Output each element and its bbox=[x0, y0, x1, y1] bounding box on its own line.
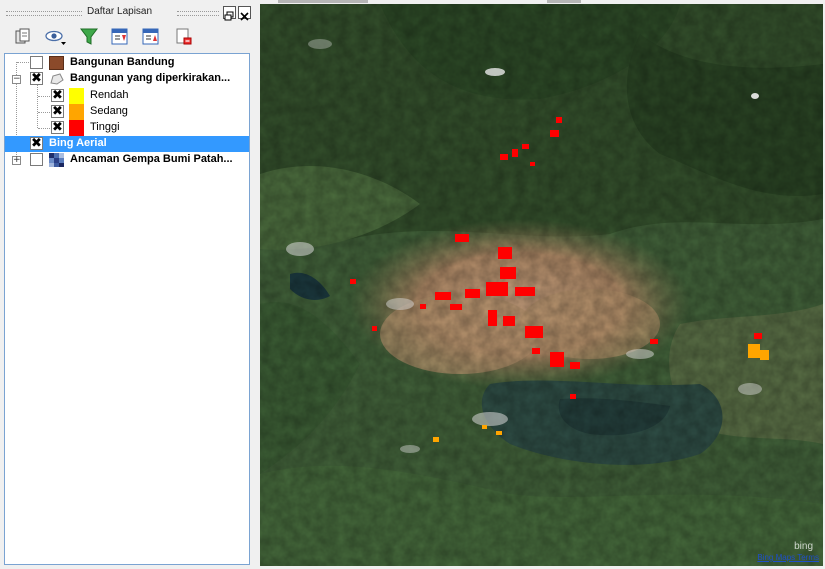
layer-label: Ancaman Gempa Bumi Patah... bbox=[70, 153, 233, 165]
layer-row-bing-aerial[interactable]: ✖ Bing Aerial bbox=[5, 136, 249, 152]
float-icon bbox=[224, 11, 234, 21]
layer-label: Bangunan yang diperkirakan... bbox=[70, 72, 231, 84]
remove-layer-button[interactable] bbox=[173, 26, 195, 48]
layer-color-swatch bbox=[49, 56, 64, 70]
expand-all-icon bbox=[111, 28, 128, 45]
satellite-imagery bbox=[260, 4, 823, 566]
add-group-button[interactable] bbox=[12, 26, 34, 48]
filter-funnel-icon bbox=[80, 28, 98, 45]
visibility-eye-icon bbox=[45, 30, 66, 45]
close-panel-button[interactable] bbox=[238, 6, 251, 21]
bing-watermark: bing bbox=[794, 541, 813, 552]
collapse-all-button[interactable] bbox=[140, 26, 162, 48]
float-panel-button[interactable] bbox=[223, 6, 236, 21]
panel-title: Daftar Lapisan bbox=[87, 6, 153, 17]
legend-label: Sedang bbox=[90, 105, 128, 117]
layer-visibility-checkbox[interactable] bbox=[30, 56, 43, 69]
expand-all-button[interactable] bbox=[109, 26, 131, 48]
map-canvas[interactable]: bing Bing Maps Terms bbox=[260, 4, 823, 566]
layer-label: Bangunan Bandung bbox=[70, 56, 175, 68]
legend-row-rendah[interactable]: ✖ Rendah bbox=[5, 88, 249, 104]
legend-color-swatch bbox=[69, 88, 84, 104]
layer-row-bangunan-diperkirakan[interactable]: − ✖ Bangunan yang diperkirakan... bbox=[5, 71, 249, 87]
legend-visibility-checkbox[interactable]: ✖ bbox=[51, 105, 64, 118]
layers-toolbar bbox=[8, 26, 248, 48]
layer-visibility-checkbox[interactable] bbox=[30, 153, 43, 166]
legend-row-sedang[interactable]: ✖ Sedang bbox=[5, 104, 249, 120]
layer-label: Bing Aerial bbox=[49, 137, 107, 149]
dock-grip-right[interactable] bbox=[177, 11, 219, 16]
map-attribution-link[interactable]: Bing Maps Terms bbox=[757, 553, 819, 562]
legend-color-swatch bbox=[69, 120, 84, 136]
dock-title-bar[interactable]: Daftar Lapisan bbox=[0, 2, 256, 22]
visibility-button[interactable] bbox=[44, 26, 70, 48]
legend-label: Rendah bbox=[90, 89, 129, 101]
expand-toggle[interactable]: + bbox=[12, 156, 21, 165]
layer-visibility-checkbox[interactable]: ✖ bbox=[30, 137, 43, 150]
close-icon bbox=[240, 12, 249, 21]
layers-tree: Bangunan Bandung − ✖ Bangunan yang diper… bbox=[4, 53, 250, 565]
add-group-icon bbox=[15, 28, 30, 44]
layer-row-ancaman-gempa[interactable]: + Ancaman Gempa Bumi Patah... bbox=[5, 152, 249, 168]
layer-row-bangunan-bandung[interactable]: Bangunan Bandung bbox=[5, 55, 249, 71]
legend-visibility-checkbox[interactable]: ✖ bbox=[51, 121, 64, 134]
filter-button[interactable] bbox=[78, 26, 100, 48]
remove-layer-icon bbox=[176, 28, 192, 45]
tab-edge bbox=[547, 0, 581, 3]
legend-row-tinggi[interactable]: ✖ Tinggi bbox=[5, 120, 249, 136]
layers-panel: Daftar Lapisan Bangunan Bandung − ✖ Bang… bbox=[0, 0, 257, 569]
raster-layer-icon bbox=[49, 153, 64, 167]
collapse-all-icon bbox=[142, 28, 159, 45]
legend-label: Tinggi bbox=[90, 121, 120, 133]
polygon-layer-icon bbox=[50, 73, 64, 85]
legend-color-swatch bbox=[69, 104, 84, 120]
dock-grip-left[interactable] bbox=[6, 11, 82, 16]
legend-visibility-checkbox[interactable]: ✖ bbox=[51, 89, 64, 102]
layer-visibility-checkbox[interactable]: ✖ bbox=[30, 72, 43, 85]
tab-edge bbox=[278, 0, 368, 3]
collapse-toggle[interactable]: − bbox=[12, 75, 21, 84]
